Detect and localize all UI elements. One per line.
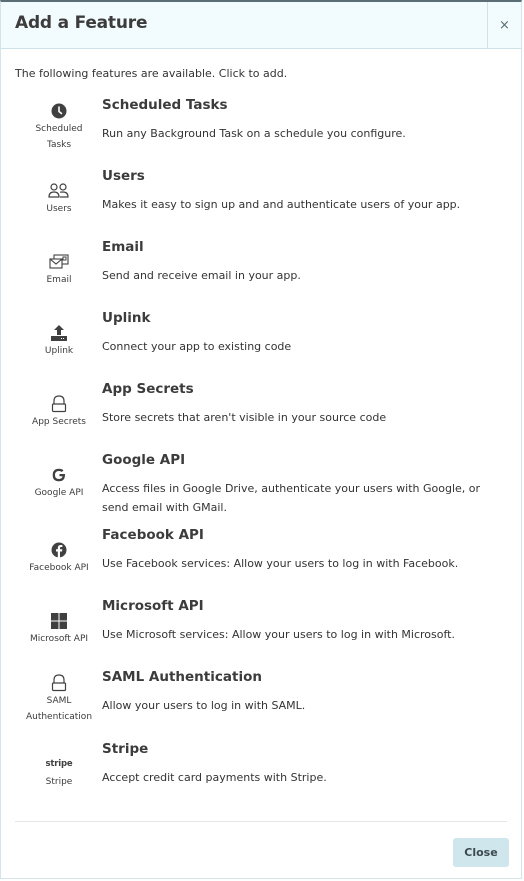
email-icon <box>15 252 103 272</box>
google-icon <box>15 465 103 485</box>
users-icon <box>15 181 103 201</box>
feature-icon-label: Facebook API <box>29 563 89 573</box>
lock-icon <box>15 394 103 414</box>
feature-description: Makes it easy to sign up and and authent… <box>102 198 461 211</box>
feature-stripe[interactable]: stripe Stripe Stripe Accept credit card … <box>1 741 521 801</box>
feature-icon-label: Authentication <box>25 712 93 722</box>
feature-title: SAML Authentication <box>102 669 262 685</box>
feature-title: Email <box>102 239 144 255</box>
stripe-logo-text: stripe <box>45 759 73 769</box>
stripe-icon: stripe <box>15 754 103 774</box>
feature-description: Run any Background Task on a schedule yo… <box>102 127 406 140</box>
feature-description: Send and receive email in your app. <box>102 269 301 282</box>
feature-icon-label: Microsoft API <box>29 634 89 644</box>
feature-title: Users <box>102 168 145 184</box>
feature-users[interactable]: Users Users Makes it easy to sign up and… <box>1 168 521 228</box>
dialog-title: Add a Feature <box>15 13 148 33</box>
footer-divider <box>15 821 507 822</box>
feature-icon-label: App Secrets <box>32 417 86 427</box>
feature-uplink[interactable]: Uplink Uplink Connect your app to existi… <box>1 310 521 370</box>
feature-title: Stripe <box>102 741 149 757</box>
feature-scheduled-tasks[interactable]: Scheduled Tasks Scheduled Tasks Run any … <box>1 97 521 157</box>
dialog-header: Add a Feature × <box>1 2 521 49</box>
facebook-icon <box>15 540 103 560</box>
feature-google-api[interactable]: Google API Google API Access files in Go… <box>1 452 521 522</box>
add-feature-dialog: Add a Feature × The following features a… <box>0 0 522 879</box>
feature-microsoft-api[interactable]: Microsoft API Microsoft API Use Microsof… <box>1 598 521 658</box>
feature-facebook-api[interactable]: Facebook API Facebook API Use Facebook s… <box>1 527 521 587</box>
feature-icon-label: Google API <box>34 488 84 498</box>
feature-icon-label: Scheduled <box>35 124 83 134</box>
intro-text: The following features are available. Cl… <box>15 67 288 80</box>
feature-icon-label: Users <box>46 204 72 214</box>
feature-description: Connect your app to existing code <box>102 340 292 353</box>
lock-icon <box>15 673 103 693</box>
feature-title: Scheduled Tasks <box>102 97 228 113</box>
feature-title: Google API <box>102 452 186 468</box>
close-icon[interactable]: × <box>487 2 521 48</box>
feature-description: Accept credit card payments with Stripe. <box>102 771 327 784</box>
feature-icon-label: SAML <box>46 696 72 706</box>
feature-description: Use Microsoft services: Allow your users… <box>102 628 455 641</box>
feature-description: Access files in Google Drive, authentica… <box>102 482 481 514</box>
feature-icon-label: Uplink <box>44 346 74 356</box>
microsoft-icon <box>15 611 103 631</box>
feature-icon-label: Stripe <box>45 777 73 787</box>
feature-icon-label: Tasks <box>46 140 72 150</box>
feature-app-secrets[interactable]: App Secrets App Secrets Store secrets th… <box>1 381 521 441</box>
upload-icon <box>15 323 103 343</box>
feature-title: Facebook API <box>102 527 204 543</box>
feature-saml-authentication[interactable]: SAML Authentication SAML Authentication … <box>1 669 521 729</box>
feature-description: Allow your users to log in with SAML. <box>102 699 306 712</box>
feature-title: Microsoft API <box>102 598 204 614</box>
clock-icon <box>15 101 103 121</box>
close-button[interactable]: Close <box>453 838 509 867</box>
feature-email[interactable]: Email Email Send and receive email in yo… <box>1 239 521 299</box>
feature-description: Store secrets that aren't visible in you… <box>102 411 387 424</box>
feature-icon-label: Email <box>46 275 72 285</box>
feature-title: App Secrets <box>102 381 194 397</box>
feature-description: Use Facebook services: Allow your users … <box>102 557 459 570</box>
feature-title: Uplink <box>102 310 151 326</box>
